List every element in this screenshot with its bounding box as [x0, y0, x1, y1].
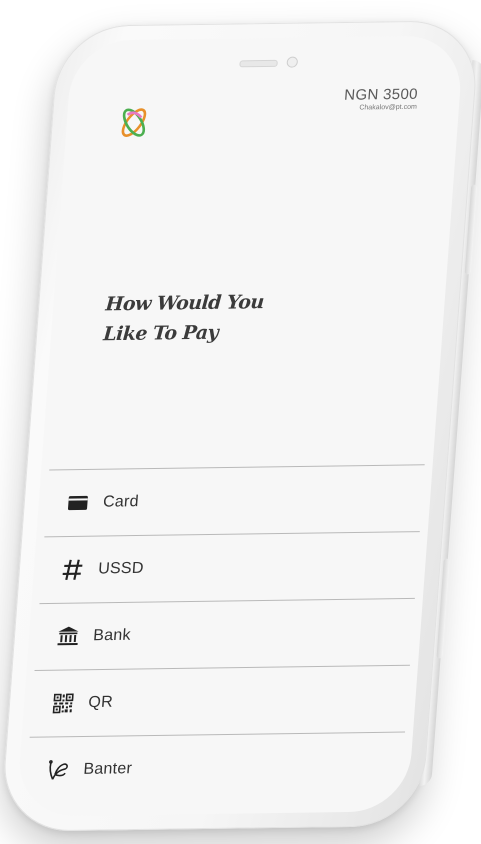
banter-icon [44, 757, 72, 783]
bank-icon [54, 623, 82, 649]
payment-option-bank[interactable]: Bank [34, 597, 415, 670]
payment-options-list: Card USSD Bank QR Banter [24, 464, 425, 804]
phone-device: NGN 3500 Chakalov@pt.com How Would You L… [0, 20, 481, 832]
front-camera [286, 56, 299, 68]
page-title: How Would You Like To Pay [102, 287, 287, 349]
customer-email: Chakalov@pt.com [359, 103, 418, 112]
speaker-grille [239, 59, 278, 68]
card-icon [64, 490, 92, 516]
payment-option-ussd[interactable]: USSD [39, 531, 420, 604]
payment-option-banter[interactable]: Banter [24, 731, 406, 804]
page-title-line-2: Like To Pay [102, 321, 219, 346]
payment-option-qr[interactable]: QR [29, 664, 410, 737]
payment-option-label: Card [102, 493, 140, 511]
payment-amount: NGN 3500 [343, 85, 419, 104]
page-title-line-1: How Would You [104, 291, 265, 316]
brand-logo-icon [121, 108, 147, 137]
payment-option-card[interactable]: Card [44, 464, 425, 537]
payment-option-label: Bank [92, 626, 132, 645]
payment-option-label: USSD [97, 559, 145, 578]
payment-option-label: Banter [82, 760, 133, 778]
phone-screen: NGN 3500 Chakalov@pt.com How Would You L… [15, 35, 465, 817]
hash-icon [59, 557, 87, 583]
qr-code-icon [49, 690, 77, 716]
phone-shell: NGN 3500 Chakalov@pt.com How Would You L… [0, 20, 481, 832]
stage: NGN 3500 Chakalov@pt.com How Would You L… [0, 0, 481, 844]
payment-option-label: QR [87, 693, 114, 712]
payment-summary: NGN 3500 Chakalov@pt.com [343, 85, 419, 112]
